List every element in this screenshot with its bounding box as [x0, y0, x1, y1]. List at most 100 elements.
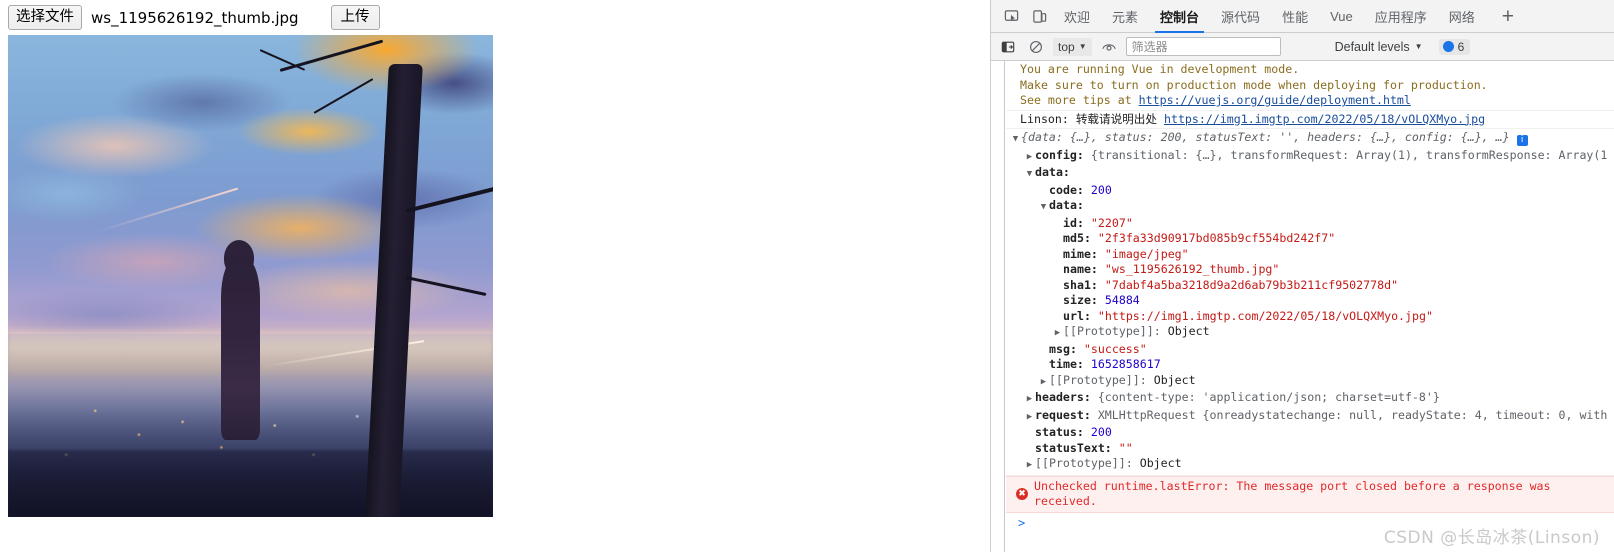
choose-file-button[interactable]: 选择文件 [8, 5, 82, 30]
execution-context-select[interactable]: top ▼ [1053, 37, 1092, 56]
foreground-ground [8, 449, 493, 517]
warning-line-1: You are running Vue in development mode. [1020, 62, 1300, 76]
error-icon: ✖ [1016, 488, 1028, 500]
console-sidebar-toggle-icon[interactable] [997, 37, 1019, 57]
add-tab-button[interactable]: + [1492, 6, 1524, 27]
object-tree-row[interactable]: request: XMLHttpRequest {onreadystatecha… [1010, 408, 1614, 426]
disclosure-triangle-icon[interactable] [1024, 392, 1035, 408]
selected-file-name: ws_1195626192_thumb.jpg [91, 8, 299, 27]
device-toolbar-icon[interactable] [1025, 3, 1053, 29]
console-message-list: You are running Vue in development mode.… [1006, 61, 1614, 552]
object-summary-row[interactable]: {data: {…}, status: 200, statusText: '',… [1010, 130, 1614, 148]
console-gutter [991, 61, 1005, 552]
clear-console-icon[interactable] [1025, 37, 1047, 57]
object-key: [[Prototype]]: [1035, 456, 1133, 470]
console-output[interactable]: You are running Vue in development mode.… [991, 61, 1614, 552]
object-tree-row[interactable]: id: "2207" [1010, 216, 1614, 232]
object-tree-row[interactable]: sha1: "7dabf4a5ba3218d9a2d6ab79b3b211cf9… [1010, 278, 1614, 294]
disclosure-triangle-icon[interactable] [1024, 410, 1035, 426]
log-levels-select[interactable]: Default levels ▼ [1335, 40, 1423, 54]
console-message-error: ✖ Unchecked runtime.lastError: The messa… [1006, 475, 1614, 513]
tab-application[interactable]: 应用程序 [1364, 0, 1438, 33]
object-tree-row[interactable]: data: [1010, 198, 1614, 216]
warning-line-3-text: See more tips at [1020, 93, 1139, 107]
object-value: Object [1132, 456, 1182, 470]
object-tree-rows: config: {transitional: {…}, transformReq… [1010, 148, 1614, 474]
object-value: "https://img1.imgtp.com/2022/05/18/vOLQX… [1090, 308, 1433, 323]
object-tree-row[interactable]: [[Prototype]]: Object [1010, 456, 1614, 474]
object-value: {transitional: {…}, transformRequest: Ar… [1083, 147, 1608, 162]
object-key: config: [1035, 147, 1084, 162]
object-value: 200 [1083, 182, 1112, 197]
disclosure-triangle-icon[interactable] [1024, 150, 1035, 166]
object-value: "success" [1076, 341, 1147, 356]
uploaded-image-preview [8, 35, 493, 517]
object-key: id: [1063, 215, 1084, 230]
log-levels-label: Default levels [1334, 39, 1410, 54]
object-tree-row[interactable]: mime: "image/jpeg" [1010, 247, 1614, 263]
tab-vue[interactable]: Vue [1319, 0, 1364, 33]
object-tree-row[interactable]: status: 200 [1010, 425, 1614, 441]
object-value: Object [1146, 372, 1196, 387]
object-value: "2f3fa33d90917bd085b9cf554bd242f7" [1090, 231, 1336, 245]
disclosure-triangle-icon[interactable] [1010, 132, 1021, 148]
live-expression-icon[interactable] [1098, 37, 1120, 57]
disclosure-triangle-icon[interactable] [1038, 375, 1049, 391]
tab-sources[interactable]: 源代码 [1210, 0, 1271, 33]
object-value: 54884 [1097, 293, 1140, 307]
warning-line-2: Make sure to turn on production mode whe… [1020, 77, 1488, 92]
chevron-down-icon: ▼ [1414, 42, 1423, 51]
object-key: size: [1063, 293, 1098, 307]
object-tree-row[interactable]: headers: {content-type: 'application/jso… [1010, 390, 1614, 408]
object-value: 1652858617 [1083, 357, 1161, 371]
object-tree-row[interactable]: time: 1652858617 [1010, 357, 1614, 373]
object-tree-row[interactable]: msg: "success" [1010, 342, 1614, 358]
disclosure-triangle-icon[interactable] [1052, 326, 1063, 342]
console-toolbar: top ▼ Default levels ▼ 6 [991, 33, 1614, 61]
object-tree-row[interactable]: [[Prototype]]: Object [1010, 324, 1614, 342]
disclosure-triangle-icon[interactable] [1038, 200, 1049, 216]
object-key: [[Prototype]]: [1049, 372, 1147, 387]
disclosure-triangle-icon[interactable] [1024, 167, 1035, 183]
object-summary-text: {data: {…}, status: 200, statusText: '',… [1021, 130, 1510, 144]
disclosure-triangle-icon[interactable] [1024, 458, 1035, 474]
vue-deployment-link[interactable]: https://vuejs.org/guide/deployment.html [1139, 93, 1411, 107]
issues-dot-icon [1442, 41, 1454, 52]
tab-elements[interactable]: 元素 [1101, 0, 1149, 33]
object-tree-row[interactable]: data: [1010, 165, 1614, 183]
object-key: name: [1063, 262, 1098, 276]
object-tree-row[interactable]: size: 54884 [1010, 293, 1614, 309]
issues-badge[interactable]: 6 [1438, 38, 1471, 55]
object-tree-row[interactable]: url: "https://img1.imgtp.com/2022/05/18/… [1010, 309, 1614, 325]
linson-image-link[interactable]: https://img1.imgtp.com/2022/05/18/vOLQXM… [1164, 112, 1485, 126]
object-tree-row[interactable]: code: 200 [1010, 183, 1614, 199]
object-key: [[Prototype]]: [1063, 324, 1161, 338]
object-value: "" [1111, 440, 1133, 455]
upload-button[interactable]: 上传 [330, 5, 380, 30]
object-tree-row[interactable]: [[Prototype]]: Object [1010, 373, 1614, 391]
console-prompt[interactable]: > [1006, 513, 1614, 532]
object-key: request: [1035, 407, 1091, 422]
object-value: Object [1160, 324, 1210, 338]
execution-context-value: top [1058, 39, 1075, 54]
inspect-element-icon[interactable] [997, 3, 1025, 29]
object-tree-row[interactable]: config: {transitional: {…}, transformReq… [1010, 148, 1614, 166]
object-value: "7dabf4a5ba3218d9a2d6ab79b3b211cf9502778… [1097, 277, 1399, 292]
object-tree-row[interactable]: md5: "2f3fa33d90917bd085b9cf554bd242f7" [1010, 231, 1614, 247]
object-tree-row[interactable]: name: "ws_1195626192_thumb.jpg" [1010, 262, 1614, 278]
web-page-pane: 选择文件 ws_1195626192_thumb.jpg 上传 [0, 0, 990, 552]
tab-network[interactable]: 网络 [1438, 0, 1486, 33]
console-filter-input[interactable] [1125, 37, 1281, 56]
object-value: XMLHttpRequest {onreadystatechange: null… [1090, 407, 1608, 422]
devtools-panel: 欢迎 元素 控制台 源代码 性能 Vue 应用程序 网络 + top ▼ 筛选器… [990, 0, 1614, 552]
object-value: "image/jpeg" [1097, 246, 1189, 261]
object-tree-row[interactable]: statusText: "" [1010, 441, 1614, 457]
tab-welcome[interactable]: 欢迎 [1053, 0, 1101, 33]
info-icon[interactable]: i [1516, 135, 1528, 146]
tab-performance[interactable]: 性能 [1271, 0, 1319, 33]
tab-console[interactable]: 控制台 [1149, 0, 1210, 33]
object-key: data: [1049, 198, 1084, 212]
linson-log-text: Linson: 转载请说明出处 [1020, 111, 1164, 126]
warning-line-3: See more tips at https://vuejs.org/guide… [1020, 93, 1614, 109]
object-value: 200 [1083, 425, 1112, 439]
